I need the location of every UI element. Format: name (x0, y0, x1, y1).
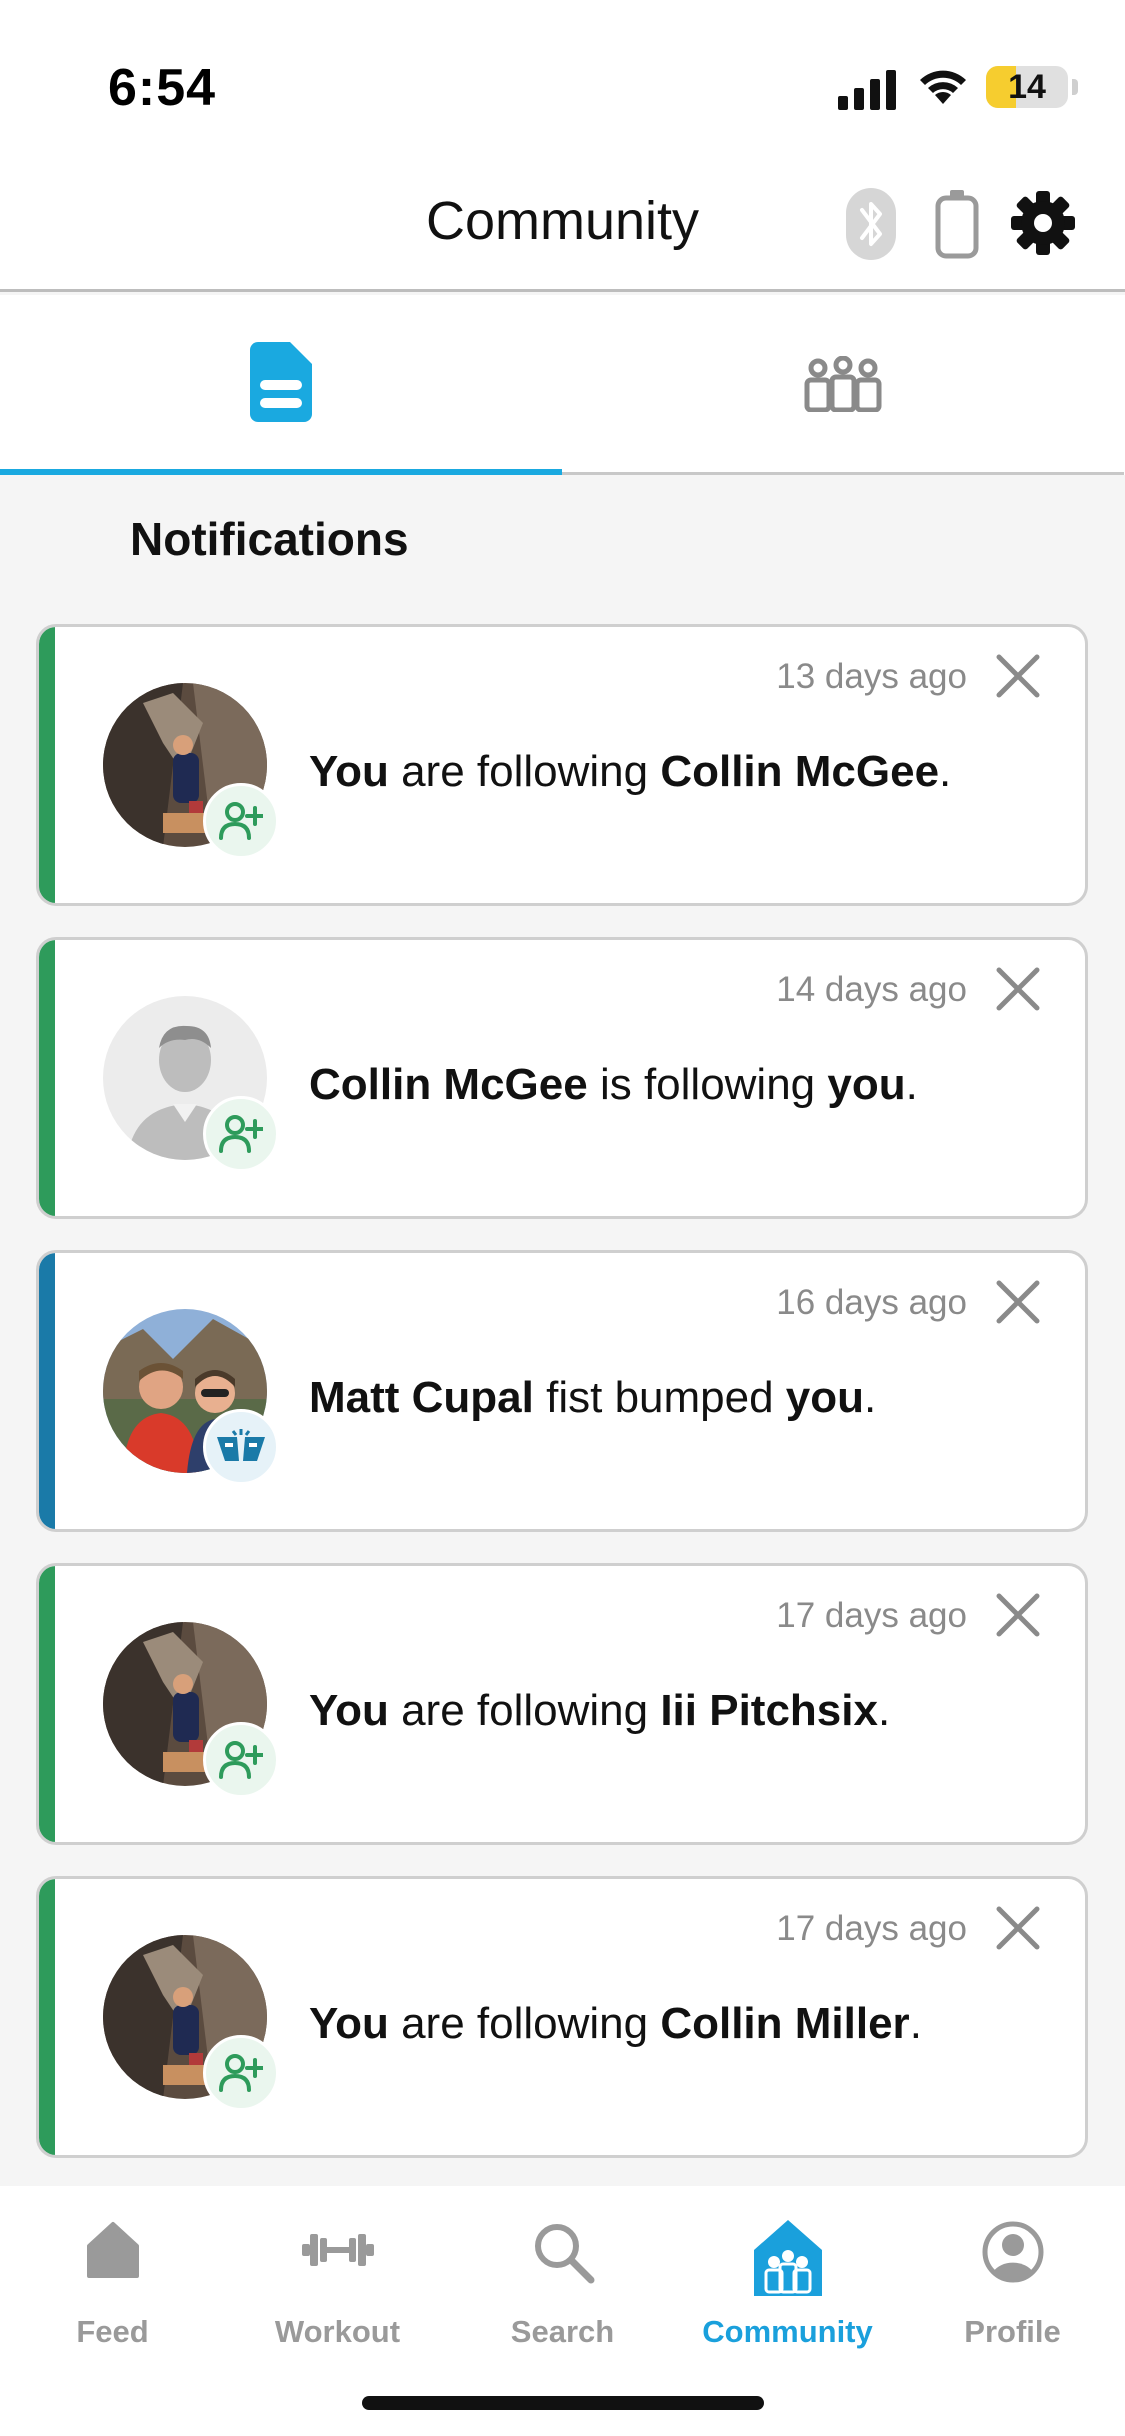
notification-time: 17 days ago (776, 1596, 967, 1635)
home-icon (86, 2222, 139, 2278)
notification-type-bar (39, 1566, 55, 1842)
notification-card[interactable]: 14 days ago Collin McGee is following you… (36, 937, 1088, 1219)
gear-icon[interactable] (1010, 190, 1076, 256)
device-icon[interactable] (934, 188, 980, 260)
follow-badge (203, 783, 279, 859)
add-person-icon (219, 802, 263, 840)
dismiss-notification-button[interactable] (995, 653, 1041, 704)
nav-search[interactable]: Search (450, 2210, 675, 2360)
notification-type-bar (39, 627, 55, 903)
notification-message: Matt Cupal fist bumped you. (309, 1373, 1069, 1423)
message-text: . (864, 1373, 877, 1422)
message-text: fist bumped (533, 1373, 786, 1422)
notification-time: 13 days ago (776, 657, 967, 696)
close-icon (996, 967, 1040, 1011)
follow-badge (203, 1722, 279, 1798)
notification-time: 16 days ago (776, 1283, 967, 1322)
message-name[interactable]: you (786, 1373, 864, 1422)
tab-groups[interactable] (562, 295, 1124, 475)
message-name[interactable]: Matt Cupal (309, 1373, 534, 1422)
message-name[interactable]: You (309, 1686, 389, 1735)
close-icon (996, 654, 1040, 698)
status-time: 6:54 (108, 59, 217, 117)
message-text: . (909, 1999, 922, 2048)
nav-label-workout: Workout (274, 2314, 401, 2349)
close-icon (996, 1593, 1040, 1637)
notification-message: You are following Collin Miller. (309, 1999, 1069, 2049)
wifi-icon (920, 70, 966, 104)
battery-indicator: 14 (986, 66, 1068, 108)
message-name[interactable]: You (309, 747, 389, 796)
status-bar: 6:54 14 (0, 0, 1125, 160)
notification-message: Collin McGee is following you. (309, 1060, 1069, 1110)
close-icon (996, 1280, 1040, 1324)
fist-bump-badge (203, 1409, 279, 1485)
section-title: Notifications (130, 513, 409, 565)
avatar-wrapper[interactable] (103, 683, 279, 859)
dismiss-notification-button[interactable] (995, 1905, 1041, 1956)
app-header: Community (0, 160, 1125, 292)
community-tabs (0, 295, 1125, 475)
follow-badge (203, 2035, 279, 2111)
tab-notifications[interactable] (0, 295, 562, 475)
message-text: . (877, 1686, 891, 1735)
avatar-wrapper[interactable] (103, 1309, 279, 1485)
notification-time: 14 days ago (776, 970, 967, 1009)
notification-card[interactable]: 17 days ago You are following Iii Pitchsi… (36, 1563, 1088, 1845)
notification-type-bar (39, 1879, 55, 2155)
community-icon (753, 2220, 822, 2296)
nav-profile[interactable]: Profile (900, 2210, 1125, 2360)
nav-label-profile: Profile (964, 2314, 1061, 2349)
notification-time: 17 days ago (776, 1909, 967, 1948)
notification-message: You are following Iii Pitchsix. (309, 1686, 1069, 1736)
dumbbell-icon (301, 2234, 374, 2266)
follow-badge (203, 1096, 279, 1172)
message-text: are following (388, 1686, 661, 1735)
add-person-icon (219, 2054, 263, 2092)
nav-feed[interactable]: Feed (0, 2210, 225, 2360)
people-group-icon (804, 355, 882, 412)
message-name[interactable]: You (309, 1999, 389, 2048)
search-icon (534, 2224, 594, 2284)
nav-label-community: Community (702, 2314, 873, 2349)
fist-bump-icon (217, 1429, 265, 1461)
nav-label-feed: Feed (76, 2314, 149, 2349)
notification-type-bar (39, 1253, 55, 1529)
document-icon (250, 342, 312, 422)
nav-community[interactable]: Community (675, 2210, 900, 2360)
profile-icon (982, 2221, 1043, 2283)
bluetooth-icon[interactable] (846, 188, 896, 260)
nav-label-search: Search (510, 2314, 615, 2349)
message-name[interactable]: Collin McGee (660, 747, 939, 796)
message-name[interactable]: Iii Pitchsix (660, 1686, 878, 1735)
dismiss-notification-button[interactable] (995, 1279, 1041, 1330)
message-text: . (939, 747, 952, 796)
message-name[interactable]: Collin McGee (309, 1060, 588, 1109)
dismiss-notification-button[interactable] (995, 966, 1041, 1017)
avatar-wrapper[interactable] (103, 1935, 279, 2111)
battery-tip (1072, 79, 1078, 95)
add-person-icon (219, 1115, 263, 1153)
message-text: are following (388, 747, 661, 796)
dismiss-notification-button[interactable] (995, 1592, 1041, 1643)
notification-card[interactable]: 13 days ago You are following Collin McGe… (36, 624, 1088, 906)
message-name[interactable]: you (827, 1060, 905, 1109)
notification-type-bar (39, 940, 55, 1216)
home-indicator[interactable] (362, 2396, 764, 2410)
notification-message: You are following Collin McGee. (309, 747, 1069, 797)
battery-level-text: 14 (1008, 68, 1046, 106)
close-icon (996, 1906, 1040, 1950)
message-text: is following (587, 1060, 828, 1109)
notification-card[interactable]: 16 days ago Matt Cupal fist bumped you. (36, 1250, 1088, 1532)
message-name[interactable]: Collin Miller (660, 1999, 909, 2048)
avatar-wrapper[interactable] (103, 1622, 279, 1798)
nav-workout[interactable]: Workout (225, 2210, 450, 2360)
message-text: are following (388, 1999, 661, 2048)
notification-card[interactable]: 17 days ago You are following Collin Mill… (36, 1876, 1088, 2158)
cellular-signal-icon (838, 70, 896, 110)
message-text: . (905, 1060, 918, 1109)
avatar-wrapper[interactable] (103, 996, 279, 1172)
add-person-icon (219, 1741, 263, 1779)
